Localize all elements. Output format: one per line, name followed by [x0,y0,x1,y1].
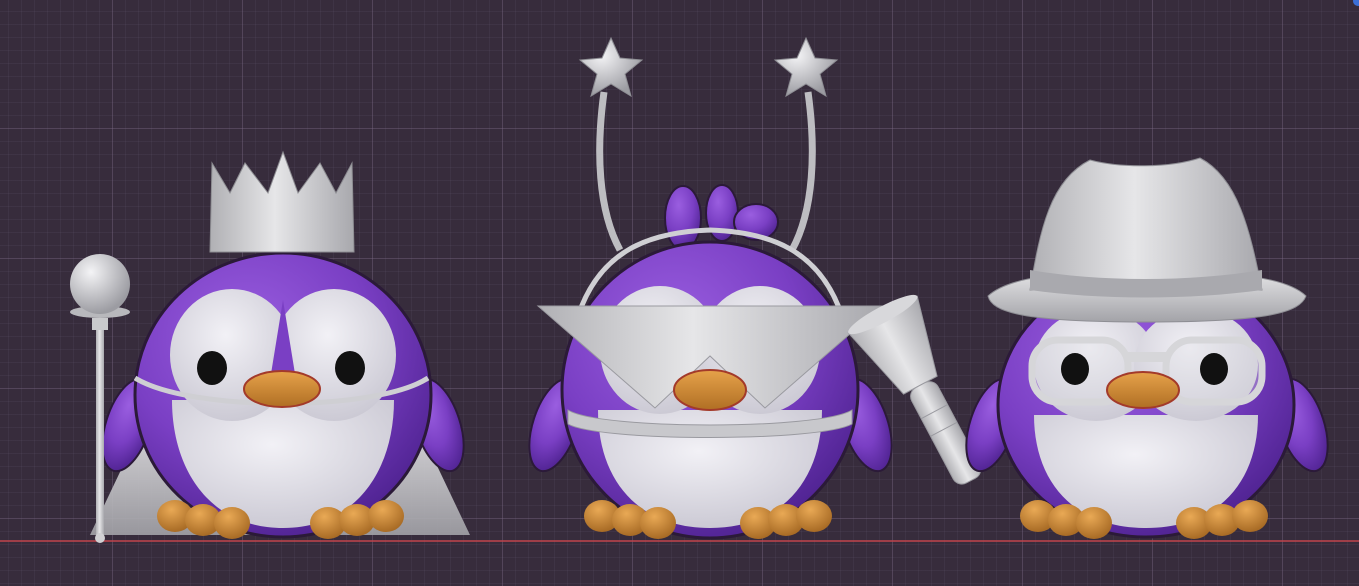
beak [1106,371,1180,409]
3d-viewport[interactable] [0,0,1359,586]
penguin-detective[interactable] [956,157,1338,539]
beak [673,369,747,411]
penguin-king[interactable] [70,150,474,543]
fedora-hat[interactable] [987,157,1307,323]
head-feathers [664,184,779,251]
scene-canvas[interactable] [0,0,1359,586]
eye-left [197,351,227,385]
crown[interactable] [209,150,355,253]
penguin-alien[interactable] [519,36,1005,540]
beak [243,370,321,408]
eye-left [1061,353,1089,385]
eye-right [335,351,365,385]
eye-right [1200,353,1228,385]
